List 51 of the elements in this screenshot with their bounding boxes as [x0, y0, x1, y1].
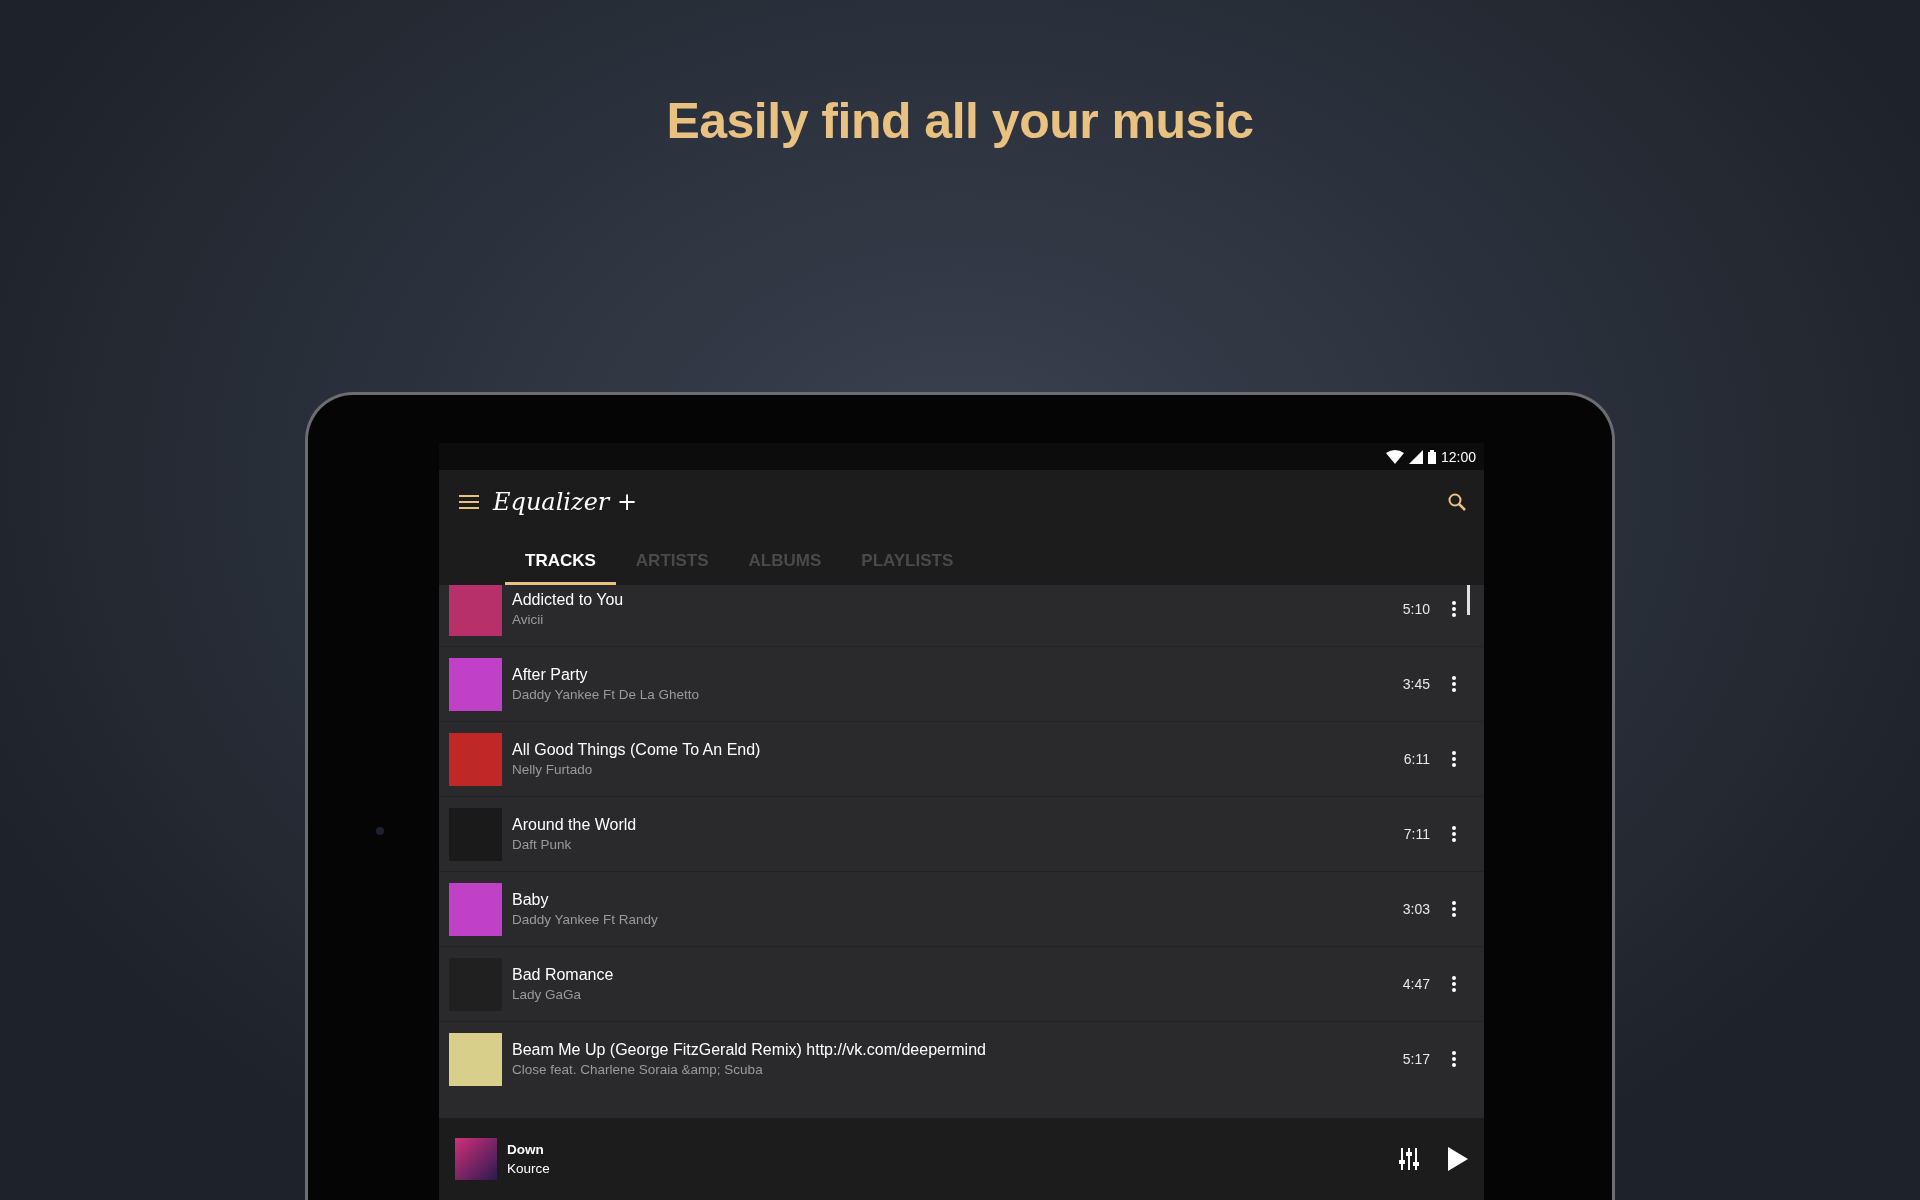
- clock: 12:00: [1440, 448, 1476, 465]
- track-title: Baby: [512, 891, 550, 909]
- battery-icon: [1427, 449, 1436, 464]
- album-art-placeholder: [455, 1138, 497, 1180]
- track-duration: 6:11: [1403, 751, 1430, 767]
- track-title: Beam Me Up (George FitzGerald Remix) http://vk.com/deepermind: [512, 1041, 987, 1059]
- menu-icon[interactable]: [459, 495, 479, 509]
- track-duration: 5:17: [1402, 1051, 1430, 1067]
- track-duration: 5:10: [1402, 601, 1430, 617]
- track-row[interactable]: Around the World Daft Punk 7:11: [439, 797, 1484, 872]
- track-artist: Daddy Yankee Ft De La Ghetto: [512, 687, 701, 702]
- camera-dot: [376, 827, 384, 835]
- sliders-icon: [1398, 1148, 1420, 1170]
- track-artist: Avicii: [512, 612, 545, 627]
- tab[interactable]: TRACKS: [505, 534, 616, 585]
- wifi-icon: [1385, 449, 1404, 464]
- track-artist: Close feat. Charlene Soraia &amp; Scuba: [512, 1062, 764, 1077]
- more-options-icon[interactable]: [1452, 901, 1456, 917]
- track-duration: 3:03: [1402, 901, 1430, 917]
- track-title: Bad Romance: [512, 966, 615, 984]
- more-options-icon[interactable]: [1452, 601, 1456, 617]
- more-options-icon[interactable]: [1452, 751, 1456, 767]
- track-row[interactable]: Addicted to You Avicii 5:10: [439, 585, 1484, 647]
- track-title: All Good Things (Come To An End): [512, 741, 762, 759]
- more-options-icon[interactable]: [1452, 676, 1456, 692]
- now-playing-artist: Kource: [507, 1161, 551, 1176]
- track-artist: Nelly Furtado: [512, 762, 594, 777]
- headline: Easily find all your music: [666, 92, 1254, 150]
- track-artist: Daft Punk: [512, 837, 573, 852]
- track-row[interactable]: After Party Daddy Yankee Ft De La Ghetto 3:45: [439, 647, 1484, 722]
- track-row[interactable]: Baby Daddy Yankee Ft Randy 3:03: [439, 872, 1484, 947]
- more-options-icon[interactable]: [1452, 1051, 1456, 1067]
- track-duration: 3:45: [1402, 676, 1430, 692]
- track-artist: Lady GaGa: [512, 987, 583, 1002]
- play-icon: [1448, 1147, 1468, 1171]
- search-icon[interactable]: [1448, 493, 1466, 511]
- app-title: Equalizer +: [493, 488, 639, 516]
- track-title: Addicted to You: [512, 591, 625, 609]
- track-artist: Daddy Yankee Ft Randy: [512, 912, 659, 927]
- track-title: Around the World: [512, 816, 638, 834]
- track-duration: 7:11: [1403, 826, 1430, 842]
- track-title: After Party: [512, 666, 589, 684]
- scrollbar: [1467, 585, 1470, 615]
- more-options-icon[interactable]: [1452, 976, 1456, 992]
- signal-icon: [1408, 449, 1423, 464]
- more-options-icon[interactable]: [1452, 826, 1456, 842]
- now-playing-title: Down: [507, 1142, 545, 1157]
- track-row[interactable]: All Good Things (Come To An End) Nelly Furtado 6:11: [439, 722, 1484, 797]
- track-row[interactable]: Bad Romance Lady GaGa 4:47: [439, 947, 1484, 1022]
- track-duration: 4:47: [1402, 976, 1430, 992]
- track-row[interactable]: Beam Me Up (George FitzGerald Remix) http://vk.com/deepermind Close feat. Charlene Soraia &amp; Scuba 5:17: [439, 1022, 1484, 1095]
